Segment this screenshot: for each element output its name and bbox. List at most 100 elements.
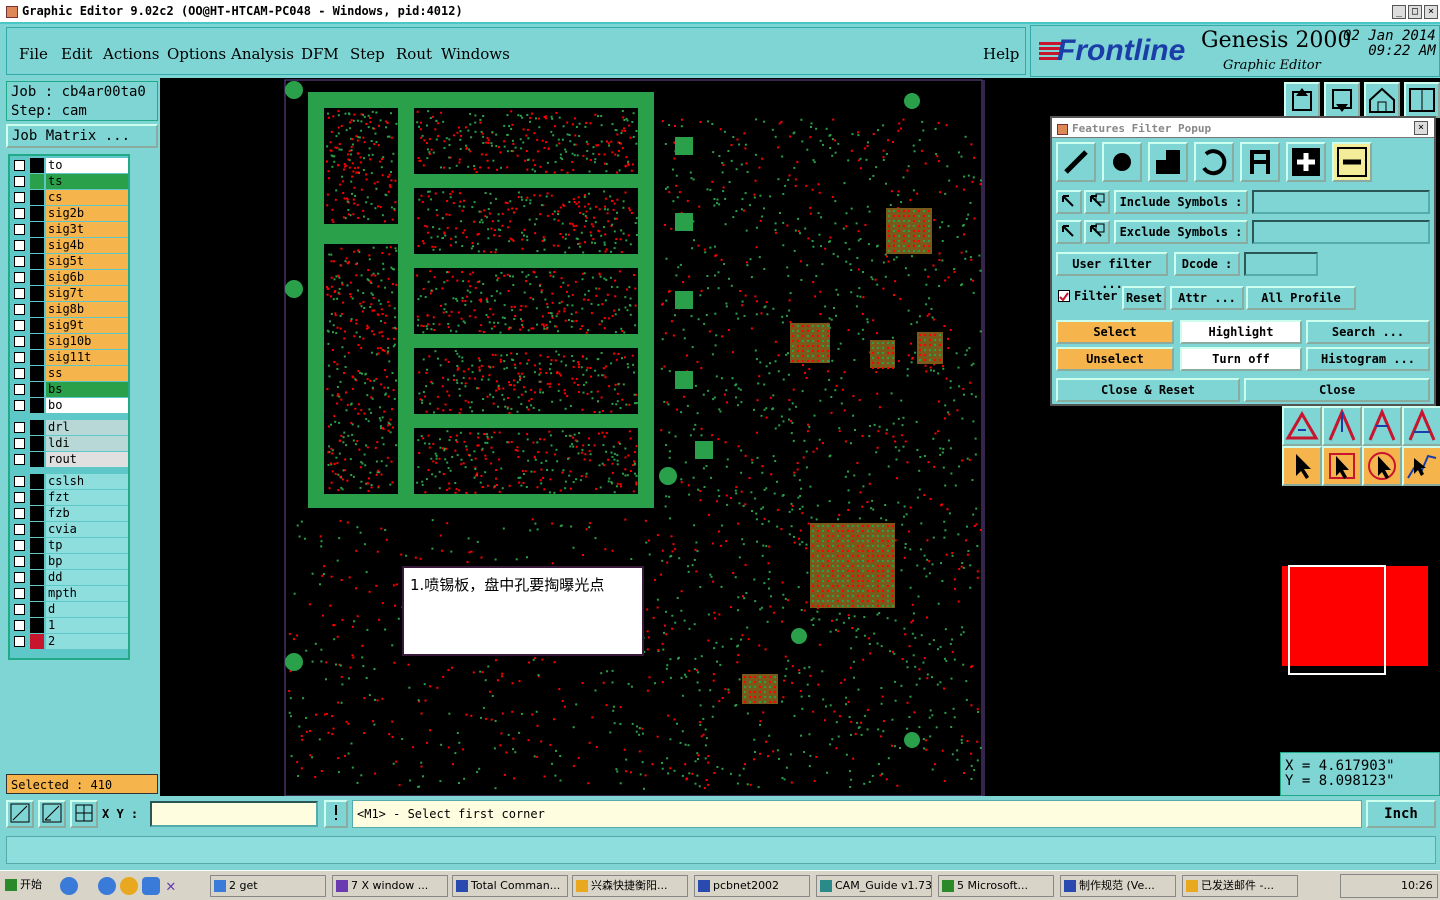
layer-checkbox[interactable] xyxy=(14,422,25,433)
layer-row-sig7t[interactable]: sig7t xyxy=(12,286,128,302)
filter-minus-button[interactable] xyxy=(1332,142,1372,182)
filter-checkbox[interactable] xyxy=(1058,290,1070,302)
task-xingsen[interactable]: 兴森快捷衡阳... xyxy=(572,875,688,897)
popup-close-text-button[interactable]: Close xyxy=(1244,378,1430,402)
layer-row-mpth[interactable]: mpth xyxy=(12,586,128,602)
tool-triangle-b[interactable] xyxy=(1362,406,1402,446)
layer-label[interactable]: to xyxy=(46,158,128,173)
layer-swatch[interactable] xyxy=(30,570,44,585)
close-reset-button[interactable]: Close & Reset xyxy=(1056,378,1240,402)
layer-label[interactable]: cslsh xyxy=(46,474,128,489)
tool-triangle-a[interactable] xyxy=(1322,406,1362,446)
layer-swatch[interactable] xyxy=(30,634,44,649)
layer-swatch[interactable] xyxy=(30,554,44,569)
layer-swatch[interactable] xyxy=(30,158,44,173)
layer-checkbox[interactable] xyxy=(14,476,25,487)
layer-label[interactable]: fzt xyxy=(46,490,128,505)
popup-close-button[interactable]: × xyxy=(1414,121,1428,135)
task-microsoft[interactable]: 5 Microsoft... xyxy=(938,875,1054,897)
layer-swatch[interactable] xyxy=(30,238,44,253)
layer-row-ss[interactable]: ss xyxy=(12,366,128,382)
layer-label[interactable]: d xyxy=(46,602,128,617)
layer-row-dd[interactable]: dd xyxy=(12,570,128,586)
menu-step[interactable]: Step xyxy=(350,45,385,63)
layer-row-ts[interactable]: ts xyxy=(12,174,128,190)
layer-checkbox[interactable] xyxy=(14,438,25,449)
layer-row-cvia[interactable]: cvia xyxy=(12,522,128,538)
layer-label[interactable]: sig11t xyxy=(46,350,128,365)
exclaim-button[interactable] xyxy=(324,800,348,828)
layer-checkbox[interactable] xyxy=(14,336,25,347)
job-matrix-button[interactable]: Job Matrix ... xyxy=(6,124,158,148)
menu-help[interactable]: Help xyxy=(983,45,1019,63)
layer-swatch[interactable] xyxy=(30,206,44,221)
xy-input[interactable] xyxy=(150,801,318,827)
close-button[interactable]: × xyxy=(1424,5,1438,19)
layer-swatch[interactable] xyxy=(30,398,44,413)
layer-row-ldi[interactable]: ldi xyxy=(12,436,128,452)
task-spec[interactable]: 制作规范 (Ve... xyxy=(1060,875,1176,897)
layer-label[interactable]: mpth xyxy=(46,586,128,601)
layer-swatch[interactable] xyxy=(30,350,44,365)
histogram-button[interactable]: Histogram ... xyxy=(1306,347,1430,371)
layer-checkbox[interactable] xyxy=(14,352,25,363)
menu-edit[interactable]: Edit xyxy=(61,45,92,63)
zoom-fit-button[interactable] xyxy=(6,800,34,828)
layer-label[interactable]: bo xyxy=(46,398,128,413)
minimize-button[interactable]: _ xyxy=(1392,5,1406,19)
exclude-pick-all-button[interactable] xyxy=(1084,220,1110,244)
layer-swatch[interactable] xyxy=(30,174,44,189)
filter-pad-button[interactable] xyxy=(1102,142,1142,182)
layer-checkbox[interactable] xyxy=(14,384,25,395)
search-button[interactable]: Search ... xyxy=(1306,320,1430,344)
tool-pointer-circle[interactable] xyxy=(1362,446,1402,486)
layer-checkbox[interactable] xyxy=(14,208,25,219)
turn-off-button[interactable]: Turn off xyxy=(1180,347,1302,371)
layer-checkbox[interactable] xyxy=(14,492,25,503)
layer-label[interactable]: cs xyxy=(46,190,128,205)
select-button[interactable]: Select xyxy=(1056,320,1174,344)
task-cam-guide[interactable]: CAM_Guide v1.73 xyxy=(816,875,932,897)
layer-checkbox[interactable] xyxy=(14,454,25,465)
layer-checkbox[interactable] xyxy=(14,636,25,647)
layer-swatch[interactable] xyxy=(30,286,44,301)
quicklaunch-icon-1[interactable] xyxy=(60,877,78,895)
layer-label[interactable]: sig2b xyxy=(46,206,128,221)
layer-label[interactable]: cvia xyxy=(46,522,128,537)
layer-checkbox[interactable] xyxy=(14,540,25,551)
layer-checkbox[interactable] xyxy=(14,272,25,283)
layer-label[interactable]: rout xyxy=(46,452,128,467)
layer-row-bo[interactable]: bo xyxy=(12,398,128,414)
layer-row-sig8b[interactable]: sig8b xyxy=(12,302,128,318)
start-button[interactable]: 开始 xyxy=(2,875,54,897)
layer-swatch[interactable] xyxy=(30,254,44,269)
menu-rout[interactable]: Rout xyxy=(396,45,432,63)
layer-row-cslsh[interactable]: cslsh xyxy=(12,474,128,490)
layer-row-1[interactable]: 1 xyxy=(12,618,128,634)
ie-icon[interactable] xyxy=(98,877,116,895)
layer-row-sig6b[interactable]: sig6b xyxy=(12,270,128,286)
layer-swatch[interactable] xyxy=(30,538,44,553)
layer-label[interactable]: sig5t xyxy=(46,254,128,269)
layer-label[interactable]: dd xyxy=(46,570,128,585)
layer-label[interactable]: tp xyxy=(46,538,128,553)
layer-checkbox[interactable] xyxy=(14,588,25,599)
layer-label[interactable]: ts xyxy=(46,174,128,189)
layer-row-sig4b[interactable]: sig4b xyxy=(12,238,128,254)
menu-dfm[interactable]: DFM xyxy=(301,45,339,63)
maximize-button[interactable]: □ xyxy=(1408,5,1422,19)
house-icon-button[interactable] xyxy=(1364,82,1400,118)
layer-checkbox[interactable] xyxy=(14,192,25,203)
layer-checkbox[interactable] xyxy=(14,176,25,187)
layer-row-d[interactable]: d xyxy=(12,602,128,618)
layer-swatch[interactable] xyxy=(30,506,44,521)
measure-button[interactable] xyxy=(38,800,66,828)
layer-checkbox[interactable] xyxy=(14,304,25,315)
all-profile-dropdown[interactable]: All Profile xyxy=(1246,286,1356,310)
task-xwindow[interactable]: 7 X window ... xyxy=(332,875,448,897)
layer-label[interactable]: sig7t xyxy=(46,286,128,301)
layer-label[interactable]: fzb xyxy=(46,506,128,521)
dcode-input[interactable] xyxy=(1244,252,1318,276)
highlight-button[interactable]: Highlight xyxy=(1180,320,1302,344)
layer-row-2[interactable]: 2 xyxy=(12,634,128,650)
